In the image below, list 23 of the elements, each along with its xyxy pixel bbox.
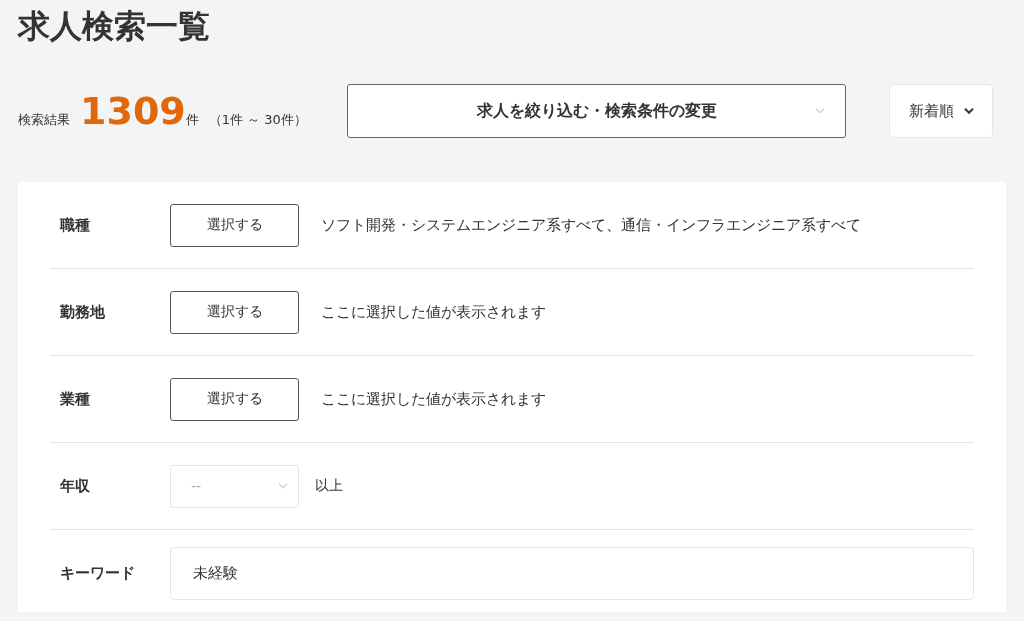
selected-value-text: ソフト開発・システムエンジニア系すべて、通信・インフラエンジニア系すべて <box>321 215 861 235</box>
criteria-label: 職種 <box>58 215 91 235</box>
criteria-label: キーワード <box>59 564 136 583</box>
select-button[interactable]: 選択する <box>170 203 299 247</box>
select-button[interactable]: 選択する <box>170 290 299 334</box>
selected-value-text: ここに選択した値が表示されます <box>321 389 546 409</box>
chevron-down-icon <box>815 108 825 114</box>
selected-value-text: ここに選択した値が表示されます <box>321 302 546 322</box>
page-title: 求人検索一覧 <box>18 6 211 47</box>
results-range: （1件 ～ 30件） <box>208 111 307 129</box>
select-button[interactable]: 選択する <box>170 377 299 421</box>
chevron-down-icon <box>963 108 974 114</box>
criteria-label: 勤務地 <box>59 302 106 322</box>
sort-dropdown[interactable]: 新着順 <box>889 84 993 138</box>
results-unit: 件 <box>185 112 199 129</box>
filter-button[interactable]: 求人を絞り込む・検索条件の変更 <box>347 84 846 138</box>
criteria-label: 業種 <box>59 389 91 409</box>
chevron-down-icon <box>278 483 288 489</box>
keyword-field[interactable]: 未経験 <box>170 547 974 600</box>
results-label: 検索結果 <box>18 111 70 129</box>
suffix-text: 以上 <box>315 477 343 495</box>
results-count: 1309 <box>80 92 186 130</box>
criteria-label: 年収 <box>59 476 91 496</box>
